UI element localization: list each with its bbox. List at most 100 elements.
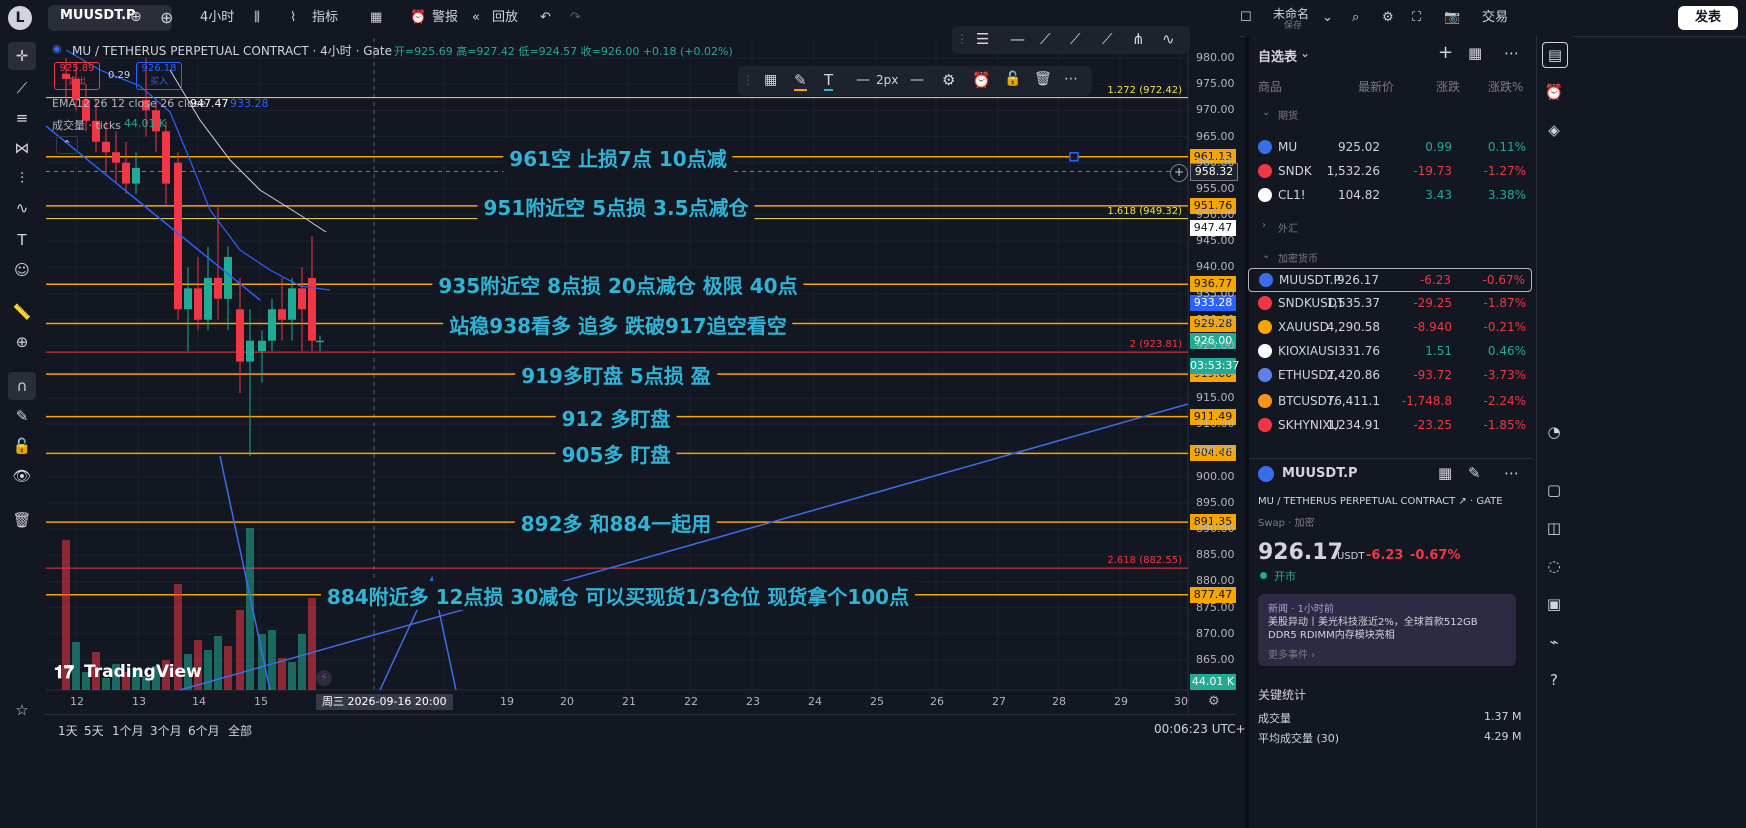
watchlist-title[interactable]: 自选表 — [1258, 46, 1297, 65]
redo-icon[interactable]: ↷ — [570, 8, 581, 28]
pattern-tool-icon[interactable]: ⋈ — [8, 134, 36, 162]
watchlist-row-skhynixu[interactable]: SKHYNIXU 1,234.91 -23.25 -1.85% — [1248, 414, 1532, 438]
alerts-widget-icon[interactable]: ⏰ — [1542, 80, 1566, 104]
collapse-legend-chevron-icon[interactable]: ⌃ — [56, 136, 78, 154]
snapshot-camera-icon[interactable]: 📷 — [1444, 8, 1460, 28]
time-axis-settings-gear-icon[interactable]: ⚙ — [1208, 694, 1220, 709]
ray-icon[interactable]: ⟋ — [1040, 30, 1051, 48]
watchlist-menu-chevron-icon[interactable]: ⌄ — [1300, 46, 1310, 60]
watchlist-header-price[interactable]: 最新价 — [1358, 78, 1394, 95]
drag-handle-icon[interactable]: ⋮ — [742, 73, 754, 87]
pitchfork-icon[interactable]: ⋔ — [1132, 30, 1145, 48]
add-compare-icon[interactable]: ⊕ — [130, 7, 142, 27]
range-button[interactable]: 1天 — [58, 722, 78, 739]
watchlist-row-kioxiausi[interactable]: KIOXIAUSI 331.76 1.51 0.46% — [1248, 340, 1532, 364]
details-edit-icon[interactable]: ✎ — [1468, 464, 1481, 482]
news-more-link[interactable]: 更多事件 › — [1268, 646, 1315, 661]
watchlist-row-ethusdt[interactable]: ETHUSDT. 2,420.86 -93.72 -3.73% — [1248, 364, 1532, 388]
add-symbol-plus-icon[interactable]: + — [1438, 42, 1453, 63]
watchlist-row-sndkusdt[interactable]: SNDKUSDT 1,535.37 -29.25 -1.87% — [1248, 292, 1532, 316]
trade-note-7[interactable]: 892多 和884一起用 — [514, 508, 718, 538]
range-button[interactable]: 3个月 — [150, 722, 182, 739]
news-headline[interactable]: 美股异动丨美光科技涨近2%，全球首款512GB DDR5 RDIMM内存模块亮相 — [1268, 616, 1508, 642]
fib-tool-icon[interactable]: ≡ — [8, 104, 36, 132]
range-button[interactable]: 1个月 — [112, 722, 144, 739]
add-price-line-icon[interactable]: + — [1170, 164, 1188, 182]
chat-widget-icon[interactable]: ◌ — [1542, 554, 1566, 578]
buy-button[interactable]: 926.18 买入 — [136, 62, 182, 90]
emoji-tool-icon[interactable]: ☺ — [8, 256, 36, 284]
legend-title[interactable]: MU / TETHERUS PERPETUAL CONTRACT · 4小时 ·… — [72, 42, 392, 59]
watchlist-row-btcusdt[interactable]: BTCUSDT. 76,411.1 -1,748.8 -2.24% — [1248, 390, 1532, 414]
indicators-button[interactable]: 指标 — [312, 8, 338, 28]
layers-widget-icon[interactable]: ◈ — [1542, 118, 1566, 142]
hotlist-widget-icon[interactable]: ◔ — [1542, 420, 1566, 444]
settings-gear-icon[interactable]: ⚙ — [942, 71, 955, 89]
details-grid-icon[interactable]: ▦ — [1438, 464, 1452, 482]
trend-angle-icon[interactable]: ⟋ — [1102, 30, 1113, 48]
details-description[interactable]: MU / TETHERUS PERPETUAL CONTRACT ↗ · GAT… — [1258, 496, 1503, 507]
delete-icon[interactable]: 🗑 — [1034, 71, 1052, 87]
watchlist-row-sndk[interactable]: SNDK 1,532.26 -19.73 -1.27% — [1248, 160, 1532, 184]
templates-icon[interactable]: ▦ — [370, 8, 382, 28]
event-lightning-icon[interactable]: ⚡ — [316, 670, 332, 686]
watchlist-row-muusdtp[interactable]: MUUSDT.P 926.17 -6.23 -0.67% — [1248, 268, 1532, 292]
calendar-widget-icon[interactable]: ▢ — [1542, 478, 1566, 502]
horizontal-line-icon[interactable]: — — [1010, 30, 1025, 48]
indicators-icon[interactable]: ⌇ — [290, 8, 296, 28]
watchlist-header-change[interactable]: 涨跌 — [1436, 78, 1460, 95]
candle-style-icon[interactable]: ⫼ — [254, 8, 260, 28]
text-color-icon[interactable]: T — [824, 71, 834, 91]
group-crypto-label[interactable]: 加密货币 — [1278, 250, 1318, 265]
trade-note-8[interactable]: 884附近多 12点损 30减仓 可以买现货1/3仓位 现货拿个100点 — [320, 580, 916, 610]
text-tool-icon[interactable]: T — [8, 226, 36, 254]
magnet-tool-icon[interactable]: ∩ — [8, 372, 36, 400]
layout-menu-chevron-icon[interactable]: ⌄ — [1322, 8, 1333, 28]
range-button[interactable]: 5天 — [84, 722, 104, 739]
group-futures-chevron-icon[interactable]: ⌄ — [1262, 107, 1270, 118]
ema-legend[interactable]: EMA12 26 12 close 26 close — [52, 97, 206, 110]
help-widget-icon[interactable]: ? — [1542, 668, 1566, 692]
clock-timezone[interactable]: 00:06:23 UTC+8 — [1154, 722, 1253, 736]
watchlist-row-xauusd[interactable]: XAUUSD 4,290.58 -8.940 -0.21% — [1248, 316, 1532, 340]
line-width-value[interactable]: 2px — [876, 73, 898, 87]
trade-note-2[interactable]: 935附近空 8点损 20点减仓 极限 40点 — [432, 270, 804, 300]
ideas-widget-icon[interactable]: ▣ — [1542, 592, 1566, 616]
lock-drawing-icon[interactable]: ✎ — [8, 402, 36, 430]
path-icon[interactable]: ∿ — [1162, 30, 1175, 48]
group-crypto-chevron-icon[interactable]: ⌄ — [1262, 250, 1270, 261]
publish-button[interactable]: 发表 — [1678, 6, 1738, 30]
lock-icon[interactable]: 🔓 — [1004, 71, 1021, 87]
trade-button[interactable]: 交易 — [1482, 8, 1508, 28]
group-futures-label[interactable]: 期货 — [1278, 107, 1298, 122]
zoom-tool-icon[interactable]: ⊕ — [8, 328, 36, 356]
more-icon[interactable]: ⋯ — [1504, 464, 1519, 482]
line-width-icon[interactable]: — — [856, 72, 870, 88]
favorites-star-icon[interactable]: ☆ — [8, 696, 36, 724]
news-card[interactable]: 新闻 · 1小时前 美股异动丨美光科技涨近2%，全球首款512GB DDR5 R… — [1258, 594, 1516, 666]
group-forex-chevron-icon[interactable]: › — [1262, 220, 1266, 231]
volume-legend[interactable]: 成交量 · ticks — [52, 117, 121, 133]
trade-note-4[interactable]: 919多盯盘 5点损 盈 — [515, 360, 717, 390]
watchlist-row-mu[interactable]: MU 925.02 0.99 0.11% — [1248, 136, 1532, 160]
watchlist-header-symbol[interactable]: 商品 — [1258, 78, 1282, 95]
add-symbol-icon[interactable]: ⊕ — [160, 8, 173, 28]
advanced-view-icon[interactable]: ▦ — [1468, 44, 1482, 62]
line-color-icon[interactable]: ✎ — [794, 71, 807, 91]
interval-button[interactable]: 4小时 — [200, 8, 234, 28]
watchlist-widget-icon[interactable]: ▤ — [1542, 42, 1568, 68]
more-icon[interactable]: ⋯ — [1064, 71, 1078, 87]
undo-icon[interactable]: ↶ — [540, 8, 551, 28]
settings-gear-icon[interactable]: ⚙ — [1382, 8, 1394, 28]
layout-toggle-icon[interactable]: ☐ — [1240, 8, 1252, 28]
group-forex-label[interactable]: 外汇 — [1278, 220, 1298, 235]
extended-line-icon[interactable]: ⟋ — [1070, 30, 1081, 48]
ruler-tool-icon[interactable]: 📏 — [8, 298, 36, 326]
replay-button[interactable]: 回放 — [492, 8, 518, 28]
add-alert-icon[interactable]: ⏰ — [972, 71, 991, 89]
watchlist-header-change-pct[interactable]: 涨跌% — [1488, 78, 1523, 95]
trash-icon[interactable]: 🗑 — [8, 506, 36, 534]
lock-icon[interactable]: 🔓 — [8, 432, 36, 460]
hide-drawings-icon[interactable]: 👁 — [8, 462, 36, 490]
range-button[interactable]: 6个月 — [188, 722, 220, 739]
